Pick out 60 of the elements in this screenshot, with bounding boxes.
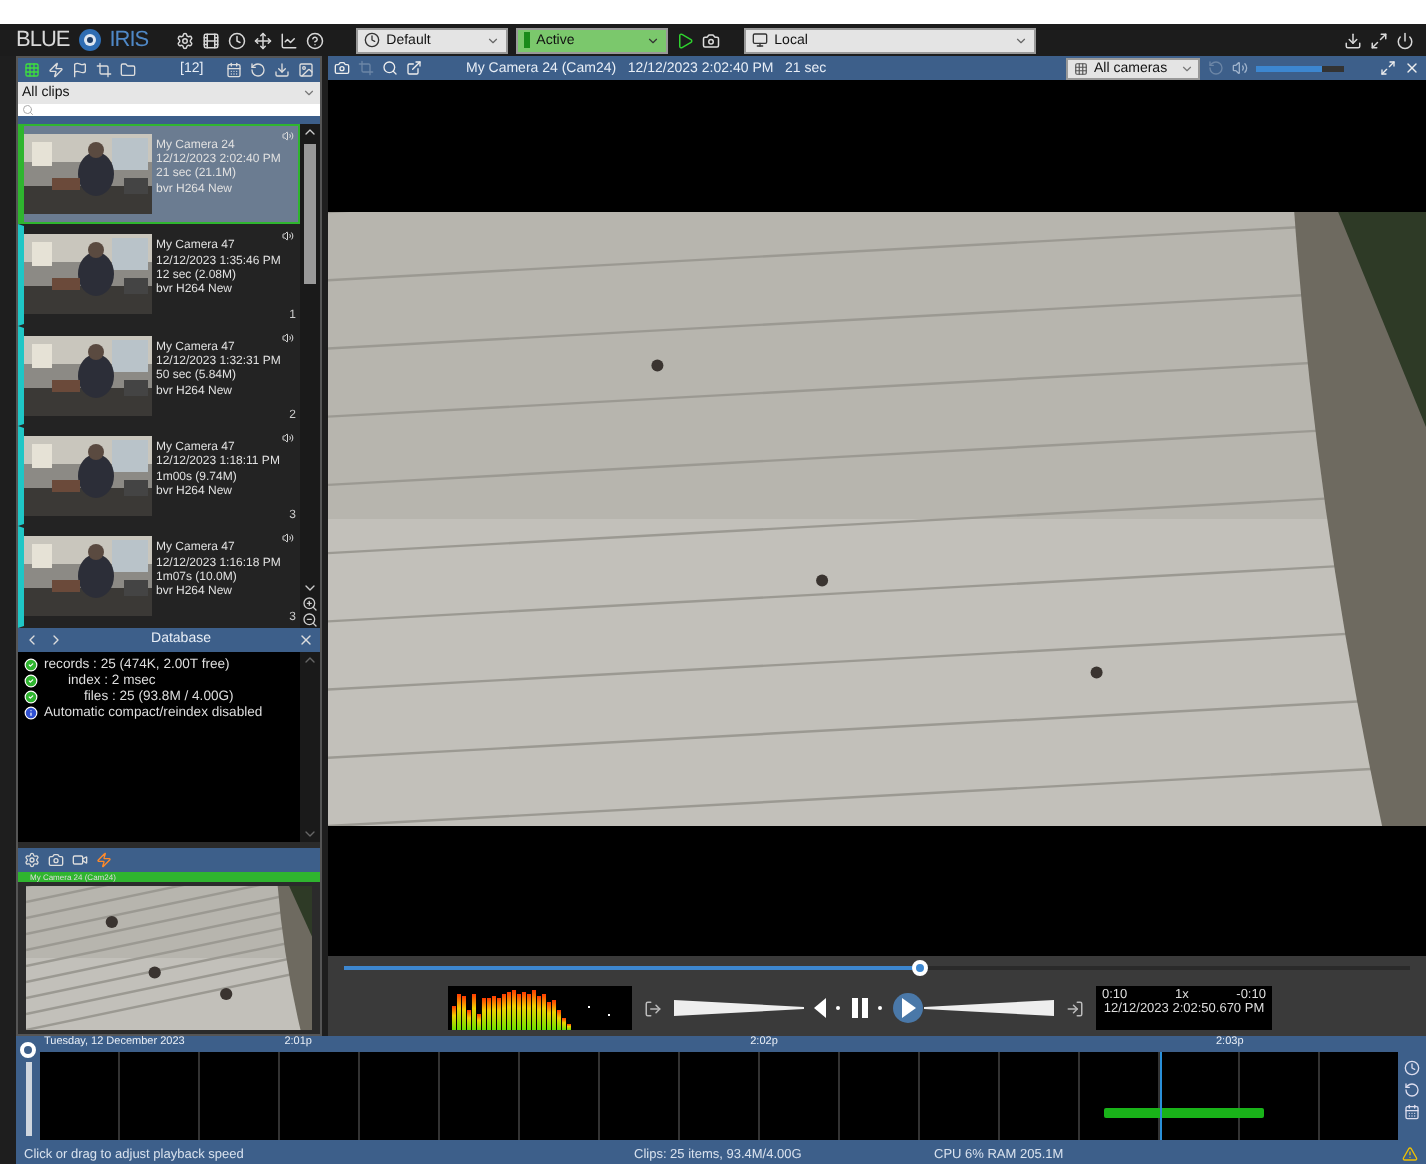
chart-icon[interactable] (280, 31, 299, 49)
logo-text: BLUE (16, 28, 70, 52)
speaker-icon (282, 129, 294, 142)
playhead-line (1160, 1052, 1163, 1140)
timeline-track[interactable] (40, 1052, 1398, 1140)
calendar-icon[interactable] (226, 61, 242, 78)
info-icon (24, 705, 38, 720)
warning-icon (1402, 1146, 1418, 1162)
search-icon (22, 103, 34, 116)
logo-text: IRIS (109, 28, 149, 52)
lightning-icon[interactable] (96, 852, 112, 869)
fullscreen-icon[interactable] (1380, 60, 1396, 76)
speaker-icon (282, 331, 294, 344)
film-icon[interactable] (202, 31, 221, 49)
scrub-handle[interactable] (911, 960, 928, 976)
eye-logo-icon (77, 28, 102, 52)
close-icon[interactable] (298, 631, 314, 648)
clock-icon[interactable] (228, 31, 247, 49)
refresh-icon[interactable] (250, 61, 266, 78)
speaker-icon (282, 432, 294, 445)
dropdown-icon (1014, 33, 1029, 47)
speaker-icon (282, 230, 294, 243)
back-icon[interactable] (24, 631, 40, 648)
video-icon[interactable] (72, 852, 88, 869)
dropdown-icon (486, 33, 501, 47)
grid-icon (1074, 61, 1088, 75)
help-icon[interactable] (306, 31, 325, 49)
volume-icon[interactable] (1232, 60, 1248, 76)
exit-icon[interactable] (644, 999, 662, 1017)
image-icon[interactable] (298, 61, 314, 78)
zoom-in-icon[interactable] (302, 595, 318, 612)
camera-icon[interactable] (334, 60, 350, 76)
folder-icon[interactable] (120, 61, 136, 78)
power-icon[interactable] (1396, 31, 1414, 49)
calendar-icon[interactable] (1404, 1104, 1420, 1120)
forward-icon[interactable] (48, 631, 64, 648)
camera-icon[interactable] (702, 31, 721, 49)
close-icon[interactable] (1404, 60, 1420, 76)
settings-icon[interactable] (176, 31, 195, 49)
dropdown-icon (646, 33, 661, 47)
flag-icon[interactable] (72, 61, 88, 78)
undo-icon[interactable] (1404, 1082, 1420, 1098)
search-icon[interactable] (382, 60, 398, 76)
volume-slider[interactable] (1256, 65, 1344, 71)
zoom-out-icon[interactable] (302, 611, 318, 628)
play-icon[interactable] (676, 31, 695, 49)
speed-handle[interactable] (20, 1042, 36, 1058)
fullscreen-icon[interactable] (1370, 31, 1388, 49)
grid-icon[interactable] (24, 61, 40, 78)
search-field[interactable] (18, 103, 320, 124)
dropdown-icon (302, 85, 316, 100)
monitor-icon (752, 32, 769, 48)
dropdown-icon (1179, 61, 1194, 75)
download-icon[interactable] (1344, 31, 1362, 49)
external-link-icon[interactable] (406, 60, 422, 76)
speaker-icon (282, 532, 294, 545)
move-icon[interactable] (254, 31, 273, 49)
enter-icon[interactable] (1066, 999, 1084, 1017)
shuttle-drawing[interactable] (674, 988, 1054, 1028)
clock-icon (364, 32, 381, 48)
